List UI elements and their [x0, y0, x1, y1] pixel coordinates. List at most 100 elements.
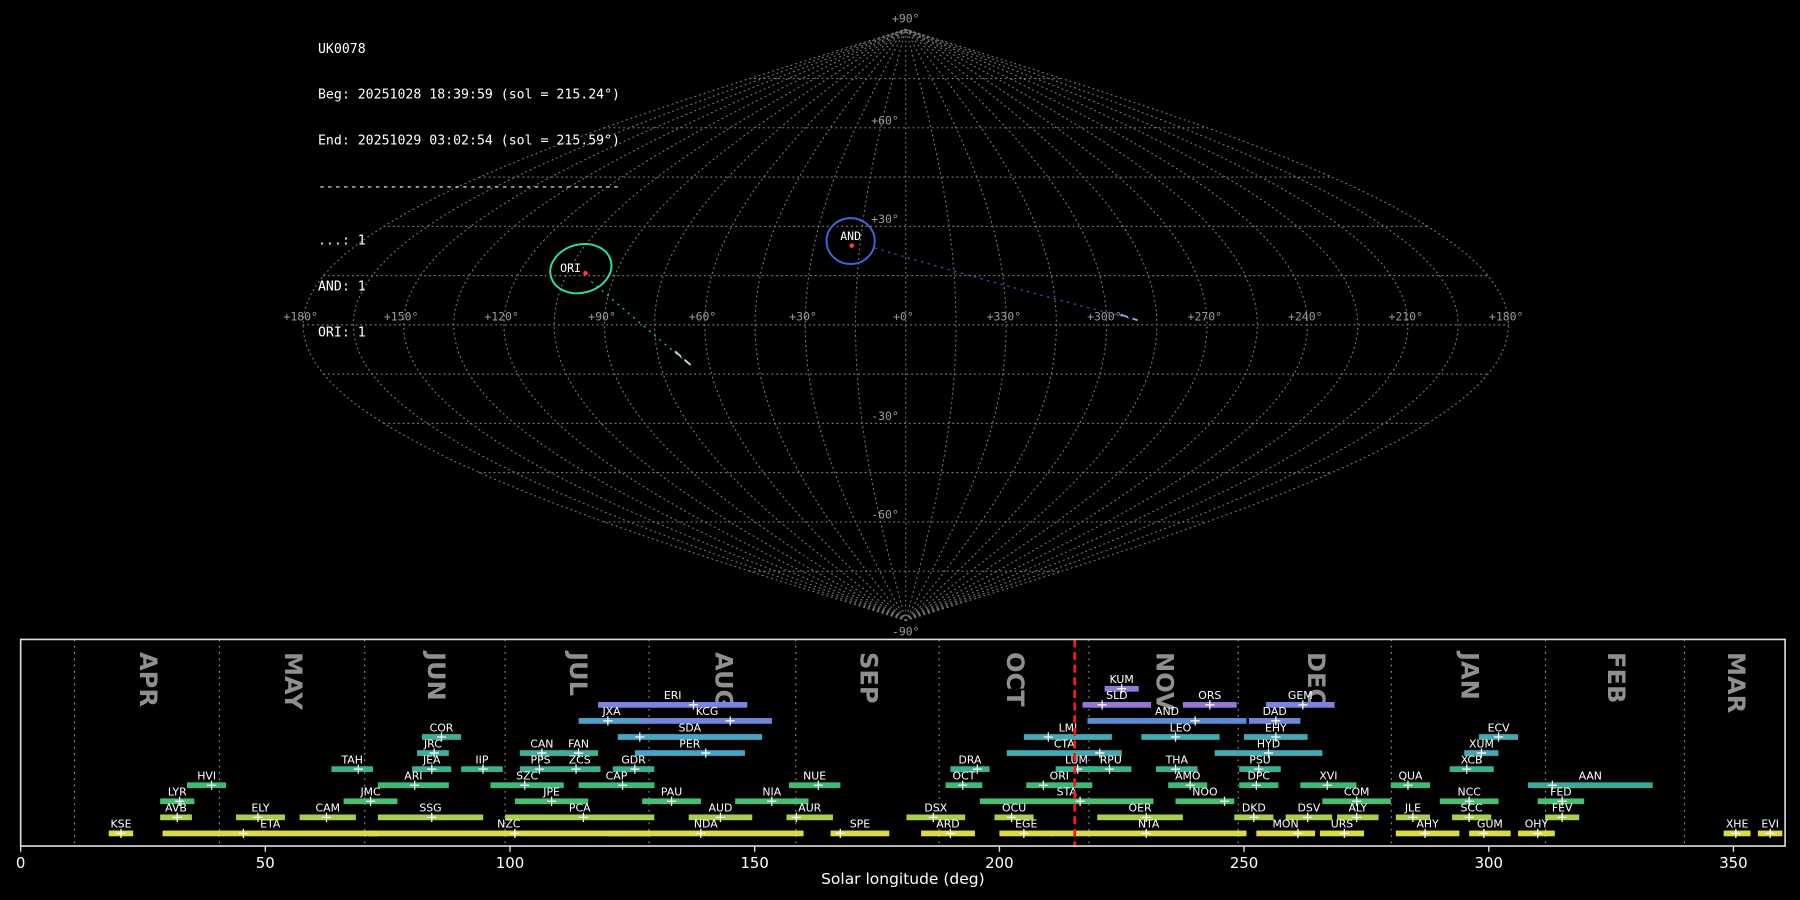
shower-code-label: DRA [959, 753, 983, 766]
shower-code-label: JMC [359, 786, 381, 799]
shower-code-label: AHY [1416, 818, 1439, 831]
meteor-track [675, 351, 693, 367]
shower-evi: EVI [1758, 818, 1782, 838]
shower-avb: AVB [160, 802, 192, 822]
month-label: JUN [422, 650, 450, 701]
shower-kcg: KCG [642, 705, 772, 725]
shower-code-label: DPC [1247, 769, 1270, 782]
lon-label: +210° [1388, 309, 1423, 323]
activity-bar [1083, 702, 1152, 708]
shower-fev: FEV [1545, 802, 1579, 822]
shower-code-label: JLE [1404, 802, 1421, 815]
shower-code-label: SDA [679, 721, 702, 734]
peak-marker [726, 716, 735, 725]
shower-code-label: ZCS [569, 753, 591, 766]
shower-code-label: ORI [1050, 769, 1069, 782]
shower-nzc: NZC [368, 818, 649, 838]
x-tick-label: 200 [985, 854, 1013, 872]
x-tick-label: 300 [1475, 854, 1503, 872]
month-label: FEB [1602, 652, 1630, 703]
x-tick-label: 250 [1230, 854, 1258, 872]
peak-marker [1191, 716, 1200, 725]
shower-code-label: THA [1165, 753, 1189, 766]
activity-bar [187, 782, 226, 788]
peak-marker [1039, 781, 1048, 790]
plot-canvas: +90°+60°+30°-30°-60°-90°+180°+150°+120°+… [0, 0, 1800, 900]
shower-cam: CAM [300, 802, 356, 822]
shower-code-label: EHY [1265, 721, 1287, 734]
shower-jxa: JXA [579, 705, 645, 725]
station-code: UK0078 [318, 41, 620, 56]
shower-spe: SPE [831, 818, 890, 838]
shower-code-label: JPE [542, 786, 560, 799]
shower-and: AND [1087, 705, 1246, 725]
shower-ari: ARI [378, 769, 449, 789]
shower-code-label: EVI [1761, 818, 1779, 831]
shower-code-label: IIP [475, 753, 488, 766]
shower-code-label: JEA [422, 753, 441, 766]
shower-code-label: FAN [568, 737, 589, 750]
lon-label: +0° [893, 309, 914, 323]
shower-code-label: FED [1550, 786, 1572, 799]
shower-sld: SLD [1083, 689, 1152, 709]
lat-label: -30° [871, 409, 899, 423]
lon-label: +240° [1288, 309, 1323, 323]
shower-nta: NTA [1051, 818, 1247, 838]
shower-gum: GUM [1469, 818, 1511, 838]
activity-bar [368, 831, 649, 837]
activity-bar [1450, 766, 1494, 772]
shower-zcs: ZCS [559, 753, 601, 773]
shower-code-label: SSG [419, 802, 441, 815]
count-sporadic: ...: 1 [318, 233, 620, 248]
shower-code-label: XHE [1726, 818, 1749, 831]
shower-nda: NDA [608, 818, 804, 838]
x-axis: 050100150200250300350Solar longitude (de… [16, 846, 1748, 888]
activity-bar [1528, 782, 1653, 788]
lat-label: +90° [892, 11, 920, 25]
shower-code-label: NOO [1192, 786, 1217, 799]
lon-label: +270° [1188, 309, 1223, 323]
shower-code-label: XVI [1319, 769, 1337, 782]
shower-code-label: SZC [516, 769, 538, 782]
count-and: AND: 1 [318, 278, 620, 293]
x-tick-label: 350 [1719, 854, 1747, 872]
lat-label: -90° [892, 624, 920, 638]
shower-iip: IIP [461, 753, 503, 773]
radiant-point [849, 243, 854, 248]
shower-code-label: ALY [1348, 802, 1367, 815]
shower-code-label: KUM [1110, 673, 1134, 686]
shower-code-label: GUM [1477, 818, 1503, 831]
shower-code-label: TAH [340, 753, 362, 766]
lon-label: +300° [1087, 309, 1122, 323]
shower-code-label: RPU [1100, 753, 1122, 766]
month-label: AUG [710, 652, 738, 709]
shower-aan: AAN [1528, 769, 1653, 789]
shower-dpc: DPC [1239, 769, 1278, 789]
radiant-label: AND [840, 229, 861, 243]
shower-activity-timeline: APRMAYJUNJULAUGSEPOCTNOVDECJANFEBMARKUME… [16, 639, 1785, 888]
shower-eta: ETA [163, 818, 378, 838]
activity-bar [331, 766, 373, 772]
peak-marker [239, 829, 248, 838]
month-label: JAN [1456, 650, 1484, 700]
x-tick-label: 0 [16, 854, 25, 872]
shower-code-label: MON [1273, 818, 1299, 831]
shower-code-label: PPS [531, 753, 551, 766]
shower-qua: QUA [1391, 769, 1430, 789]
lat-label: -60° [871, 507, 899, 521]
shower-code-label: OCT [953, 769, 976, 782]
lon-label: +180° [1489, 309, 1524, 323]
peak-marker [635, 732, 644, 741]
shower-code-label: ARI [404, 769, 422, 782]
separator: -------------------------------------- [318, 179, 620, 194]
peak-marker [836, 829, 845, 838]
shower-code-label: XUM [1469, 737, 1494, 750]
shower-code-label: GEM [1288, 689, 1313, 702]
activity-bar [579, 782, 655, 788]
shower-code-label: AND [1155, 705, 1179, 718]
shower-code-label: GDR [621, 753, 646, 766]
shower-code-label: ERI [664, 689, 682, 702]
shower-code-label: JRC [423, 737, 442, 750]
shower-hvi: HVI [187, 769, 226, 789]
shower-code-label: SCC [1461, 802, 1484, 815]
